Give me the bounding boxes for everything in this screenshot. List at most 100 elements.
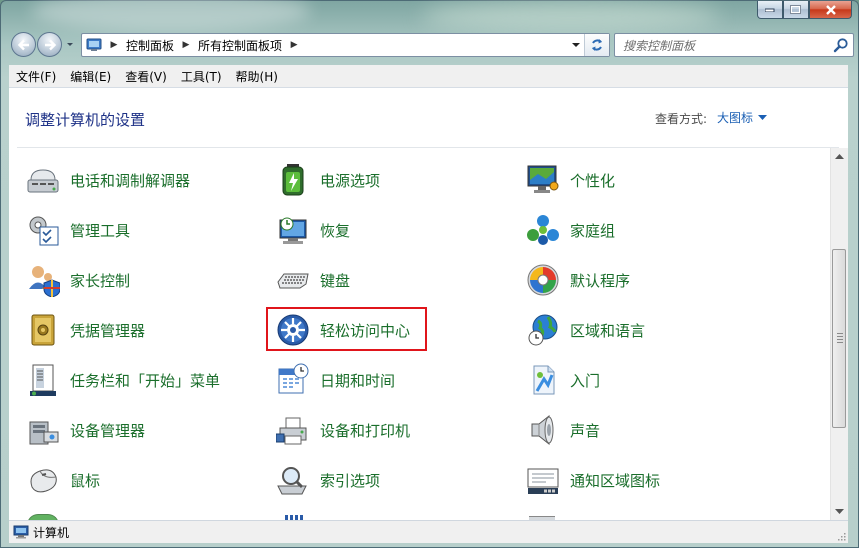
personalization-icon — [525, 162, 561, 198]
status-text: 计算机 — [33, 525, 70, 540]
address-bar[interactable]: ▶ 控制面板 ▶ 所有控制面板项 ▶ — [81, 33, 610, 57]
item-label: 电话和调制解调器 — [70, 171, 191, 190]
search-icon[interactable] — [833, 37, 849, 53]
item-region-language[interactable]: 区域和语言 — [509, 310, 645, 350]
breadcrumb-separator[interactable]: ▶ — [108, 40, 120, 50]
item-personalization[interactable]: 个性化 — [509, 160, 615, 200]
item-mouse[interactable]: 鼠标 — [9, 460, 100, 500]
item-label: 声音 — [570, 421, 601, 440]
recovery-icon — [275, 212, 311, 248]
credential-manager-icon — [25, 312, 61, 348]
breadcrumb-separator[interactable]: ▶ — [288, 40, 300, 50]
minimize-button[interactable] — [757, 1, 783, 19]
search-input[interactable] — [621, 36, 830, 56]
item-device-manager[interactable]: 设备管理器 — [9, 410, 145, 450]
view-by-dropdown[interactable]: 大图标 — [717, 109, 768, 126]
item-label: 鼠标 — [70, 471, 101, 490]
item-label: 设备和打印机 — [320, 421, 411, 440]
item-date-time[interactable]: 日期和时间 — [259, 360, 395, 400]
grip-line — [837, 333, 843, 334]
speaker-icon — [525, 412, 561, 448]
item-indexing-options[interactable]: 索引选项 — [259, 460, 380, 500]
forward-button[interactable] — [37, 32, 62, 57]
item-label: 设备管理器 — [70, 421, 146, 440]
menu-bar: 文件(F) 编辑(E) 查看(V) 工具(T) 帮助(H) — [9, 65, 848, 88]
item-homegroup[interactable]: 家庭组 — [509, 210, 615, 250]
caption-buttons — [757, 1, 852, 20]
default-programs-icon — [525, 262, 561, 298]
scroll-up-button[interactable] — [831, 148, 848, 165]
breadcrumb-all-items[interactable]: 所有控制面板项 — [192, 37, 288, 54]
menu-edit[interactable]: 编辑(E) — [63, 68, 118, 85]
refresh-icon — [592, 39, 602, 51]
item-admin-tools[interactable]: 管理工具 — [9, 210, 130, 250]
item-label: 键盘 — [320, 271, 351, 290]
admin-tools-icon — [25, 212, 61, 248]
view-by-label: 查看方式: — [655, 112, 708, 126]
menu-help[interactable]: 帮助(H) — [229, 68, 285, 85]
item-recovery[interactable]: 恢复 — [259, 210, 350, 250]
computer-icon — [13, 525, 29, 539]
glass-reflection — [421, 1, 721, 31]
item-notification-icons[interactable]: 通知区域图标 — [509, 460, 660, 500]
item-label: 区域和语言 — [570, 321, 646, 340]
printer-icon — [275, 412, 311, 448]
page-title: 调整计算机的设置 — [25, 111, 146, 129]
item-label: 家庭组 — [570, 221, 616, 240]
chevron-down-icon — [67, 43, 73, 46]
arrow-up-icon — [835, 154, 844, 159]
breadcrumb-separator[interactable]: ▶ — [180, 40, 192, 50]
vertical-scrollbar[interactable] — [830, 148, 848, 520]
item-label: 入门 — [570, 371, 601, 390]
battery-icon — [275, 162, 311, 198]
item-keyboard[interactable]: 键盘 — [259, 260, 350, 300]
view-by-value[interactable]: 大图标 — [717, 109, 753, 126]
menu-file[interactable]: 文件(F) — [9, 68, 63, 85]
item-getting-started[interactable]: 入门 — [509, 360, 600, 400]
calendar-clock-icon — [275, 362, 311, 398]
maximize-button[interactable] — [783, 1, 809, 19]
item-label: 通知区域图标 — [570, 471, 661, 490]
menu-tools[interactable]: 工具(T) — [174, 68, 229, 85]
back-button[interactable] — [11, 32, 36, 57]
glass-reflection — [31, 0, 311, 31]
recent-pages-dropdown[interactable] — [65, 38, 75, 50]
keyboard-icon — [275, 262, 311, 298]
search-box — [614, 33, 854, 57]
item-label: 日期和时间 — [320, 371, 396, 390]
item-credential-manager[interactable]: 凭据管理器 — [9, 310, 145, 350]
scroll-thumb[interactable] — [832, 249, 846, 428]
globe-clock-icon — [525, 312, 561, 348]
taskbar-icon — [25, 362, 61, 398]
item-label: 凭据管理器 — [70, 321, 146, 340]
scroll-down-button[interactable] — [831, 503, 848, 520]
item-default-programs[interactable]: 默认程序 — [509, 260, 630, 300]
highlight-box — [266, 307, 427, 351]
status-bar: 计算机 — [9, 520, 848, 543]
item-parental-control[interactable]: 家长控制 — [9, 260, 130, 300]
address-dropdown[interactable] — [569, 34, 583, 56]
phone-modem-icon — [25, 162, 61, 198]
item-phone-modem[interactable]: 电话和调制解调器 — [9, 160, 190, 200]
chevron-down-icon — [572, 43, 580, 47]
resize-grip-icon[interactable] — [836, 531, 846, 541]
item-label: 管理工具 — [70, 221, 131, 240]
breadcrumb-control-panel[interactable]: 控制面板 — [120, 37, 180, 54]
content-pane: 调整计算机的设置 查看方式: 大图标 电话和调制解调器 电源选项 个性化 管理工… — [9, 88, 848, 520]
indexing-icon — [275, 462, 311, 498]
item-label: 家长控制 — [70, 271, 131, 290]
menu-view[interactable]: 查看(V) — [118, 68, 174, 85]
arrow-right-icon — [44, 39, 56, 50]
item-power-options[interactable]: 电源选项 — [259, 160, 380, 200]
grip-line — [837, 342, 843, 343]
chevron-down-icon — [758, 114, 768, 120]
item-taskbar-start-menu[interactable]: 任务栏和「开始」菜单 — [9, 360, 220, 400]
getting-started-icon — [525, 362, 561, 398]
refresh-button[interactable] — [584, 34, 609, 56]
breadcrumb: ▶ 控制面板 ▶ 所有控制面板项 ▶ — [108, 34, 300, 56]
item-label: 索引选项 — [320, 471, 381, 490]
navigation-bar: ▶ 控制面板 ▶ 所有控制面板项 ▶ — [9, 32, 854, 58]
item-devices-printers[interactable]: 设备和打印机 — [259, 410, 410, 450]
close-button[interactable] — [809, 1, 852, 19]
item-sound[interactable]: 声音 — [509, 410, 600, 450]
